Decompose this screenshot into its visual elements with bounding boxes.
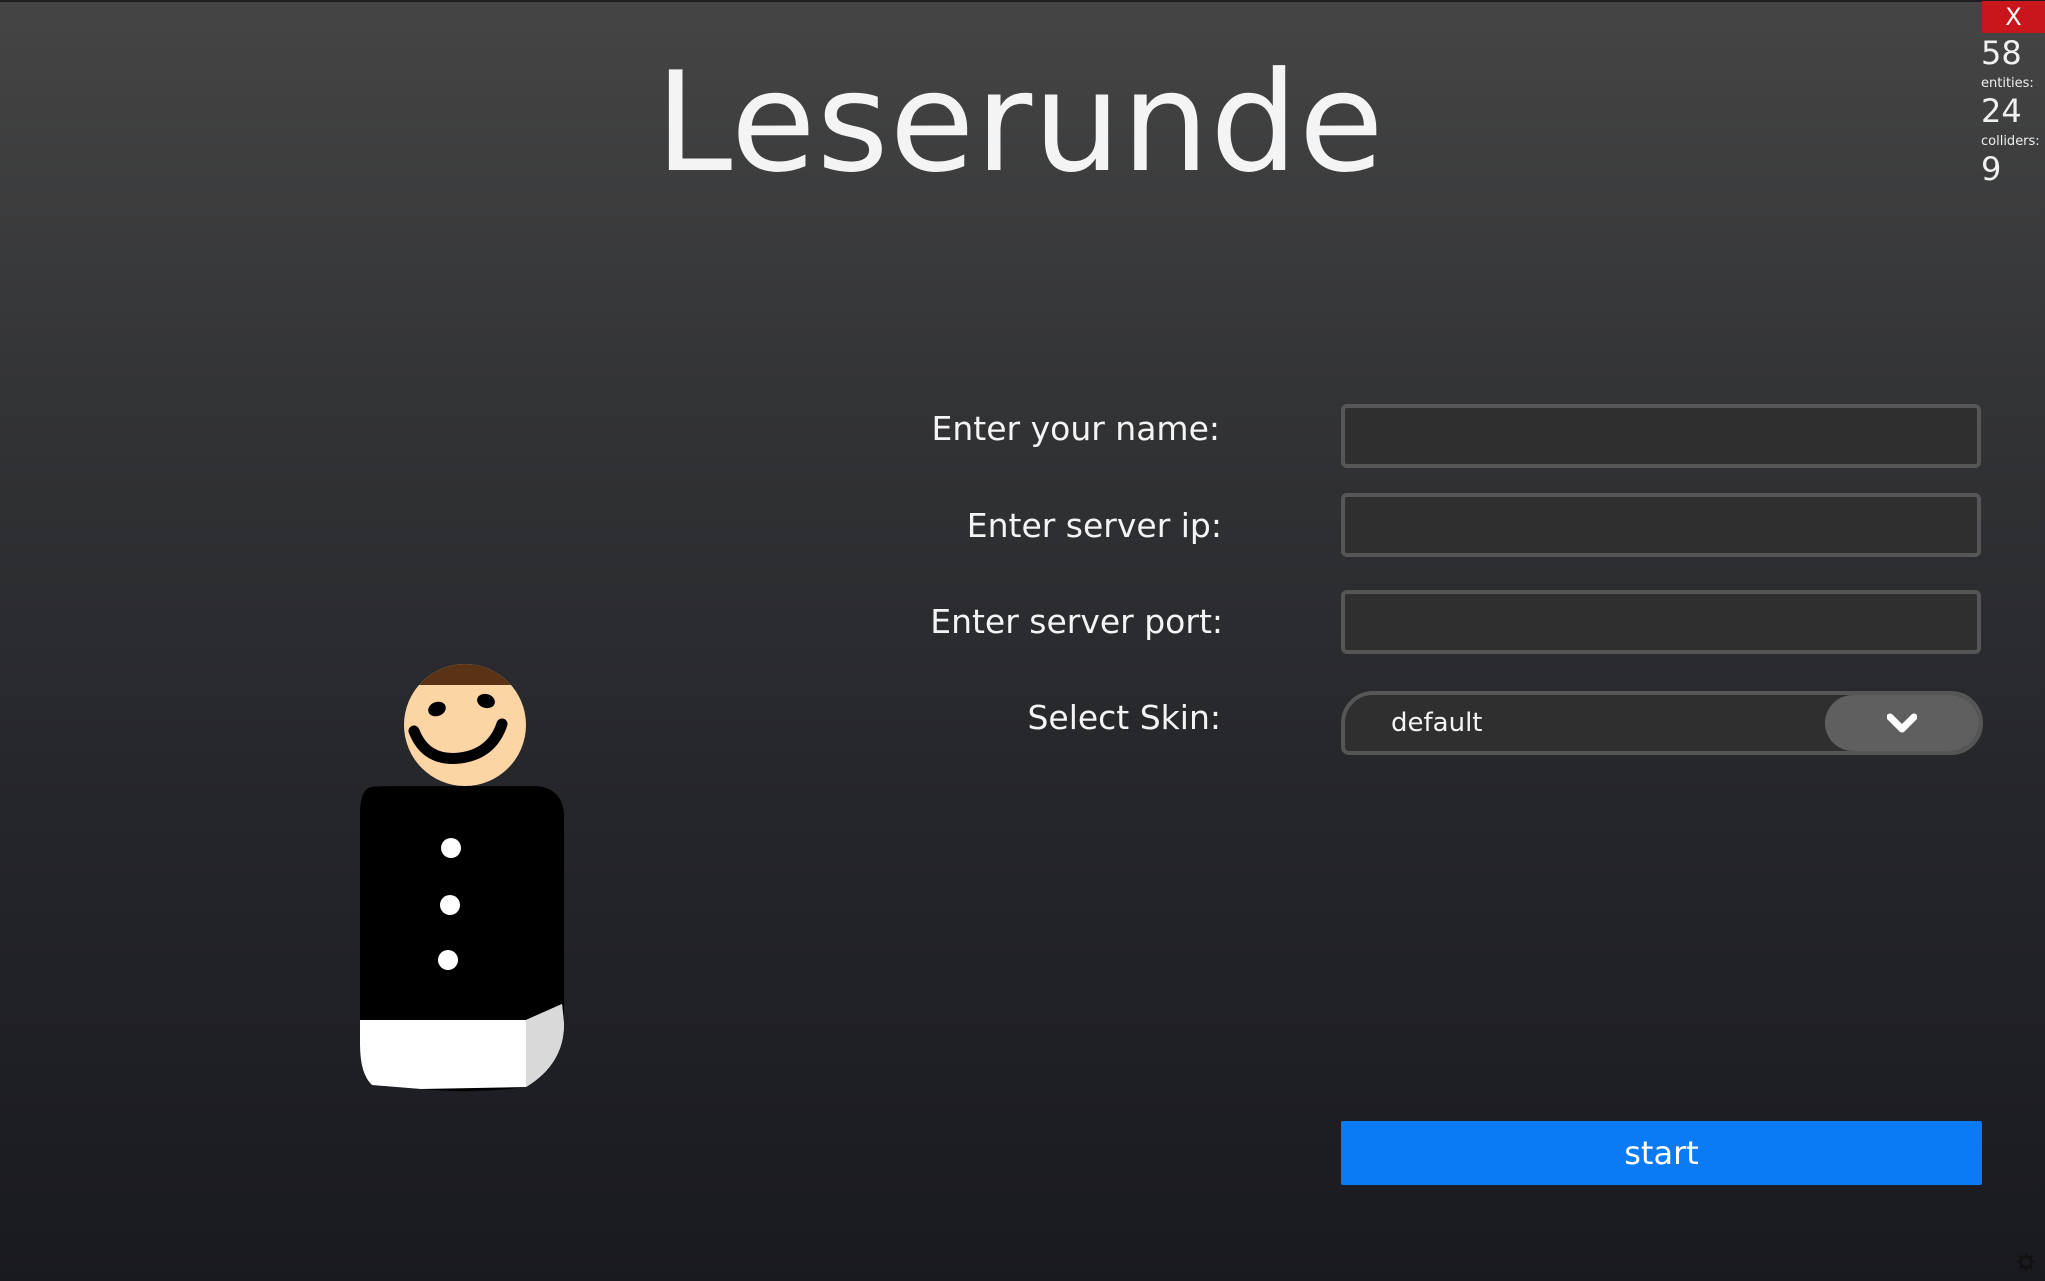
debug-stats-panel: 58 entities: 24 colliders: 9 (1981, 34, 2045, 188)
gear-icon[interactable] (2017, 1253, 2035, 1271)
skin-selected-value: default (1391, 708, 1483, 738)
entities-label: entities: (1981, 76, 2034, 91)
name-label: Enter your name: (931, 409, 1220, 448)
close-button[interactable]: X (1982, 1, 2045, 33)
server-port-input[interactable] (1341, 590, 1981, 654)
window-top-border (0, 0, 2045, 2)
colliders-label: colliders: (1981, 134, 2040, 149)
game-title: Leserunde (655, 42, 1385, 203)
entities-count: 24 (1981, 92, 2022, 130)
skin-dropdown-toggle[interactable] (1825, 695, 1979, 751)
server-ip-input[interactable] (1341, 493, 1981, 557)
character-body (360, 786, 564, 1092)
skin-label: Select Skin: (1027, 698, 1221, 737)
colliders-count: 9 (1981, 150, 2002, 188)
server-ip-label: Enter server ip: (966, 506, 1222, 545)
start-button[interactable]: start (1341, 1121, 1982, 1185)
server-port-label: Enter server port: (930, 602, 1223, 641)
chevron-down-icon (1887, 713, 1917, 733)
fps-counter: 58 (1981, 34, 2022, 72)
character-preview (360, 664, 564, 1092)
character-head (404, 664, 526, 786)
skin-select[interactable]: default (1341, 691, 1983, 755)
name-input[interactable] (1341, 404, 1981, 468)
